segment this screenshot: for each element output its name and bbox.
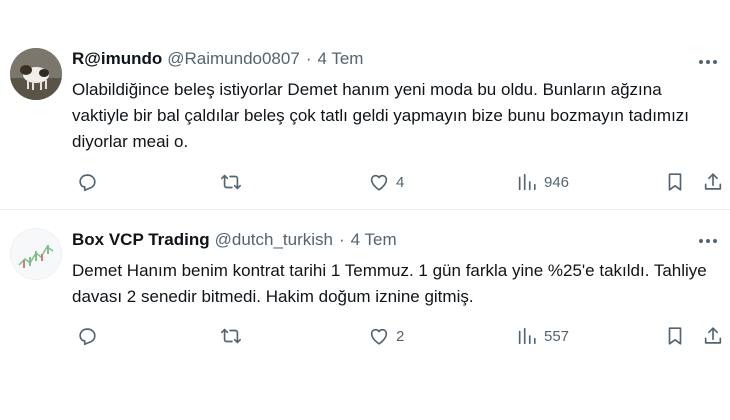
timestamp[interactable]: 4 Tem [317, 48, 363, 70]
display-name[interactable]: Box VCP Trading [72, 229, 210, 251]
tweet-text: Olabildiğince beleş istiyorlar Demet han… [72, 80, 690, 151]
bookmark-icon [668, 173, 682, 191]
reply-icon [79, 328, 96, 346]
tweet-text: Demet Hanım benim kontrat tarihi 1 Temmu… [72, 261, 707, 306]
tweet-header: R@imundo @Raimundo0807 · 4 Tem [72, 48, 363, 70]
tweet[interactable]: R@imundo @Raimundo0807 · 4 Tem Olabildiğ… [0, 0, 730, 210]
action-bar: 4 946 [72, 169, 722, 195]
view-count: 946 [544, 173, 570, 191]
like-count: 4 [396, 173, 405, 191]
display-name[interactable]: R@imundo [72, 48, 162, 70]
views-icon [518, 327, 536, 345]
tweet-header: Box VCP Trading @dutch_turkish · 4 Tem [72, 229, 397, 251]
reply-icon [79, 174, 96, 192]
reply-button[interactable] [76, 323, 98, 349]
views-icon [518, 173, 536, 191]
divider [0, 209, 730, 210]
share-button[interactable] [702, 323, 724, 349]
like-button[interactable]: 4 [368, 169, 404, 195]
tweet[interactable]: Box VCP Trading @dutch_turkish · 4 Tem D… [0, 211, 730, 420]
heart-icon [370, 174, 388, 191]
bookmark-button[interactable] [664, 169, 686, 195]
like-count: 2 [396, 327, 405, 345]
view-count: 557 [544, 327, 570, 345]
retweet-icon [221, 328, 241, 344]
retweet-button[interactable] [220, 169, 242, 195]
share-icon [704, 327, 722, 344]
action-bar: 2 557 [72, 323, 722, 349]
views-button[interactable]: 946 [516, 169, 569, 195]
heart-icon [370, 328, 388, 345]
avatar[interactable] [10, 48, 62, 100]
bookmark-icon [668, 327, 682, 345]
share-icon [704, 173, 722, 190]
views-button[interactable]: 557 [516, 323, 569, 349]
like-button[interactable]: 2 [368, 323, 404, 349]
retweet-icon [221, 174, 241, 190]
separator: · [305, 49, 312, 68]
retweet-button[interactable] [220, 323, 242, 349]
timestamp[interactable]: 4 Tem [351, 229, 397, 251]
user-handle[interactable]: @Raimundo0807 [167, 48, 300, 70]
share-button[interactable] [702, 169, 724, 195]
separator: · [338, 230, 345, 249]
bookmark-button[interactable] [664, 323, 686, 349]
reply-button[interactable] [76, 169, 98, 195]
avatar[interactable] [10, 228, 62, 280]
user-handle[interactable]: @dutch_turkish [215, 229, 333, 251]
more-icon[interactable] [696, 231, 720, 251]
more-icon[interactable] [696, 52, 720, 72]
